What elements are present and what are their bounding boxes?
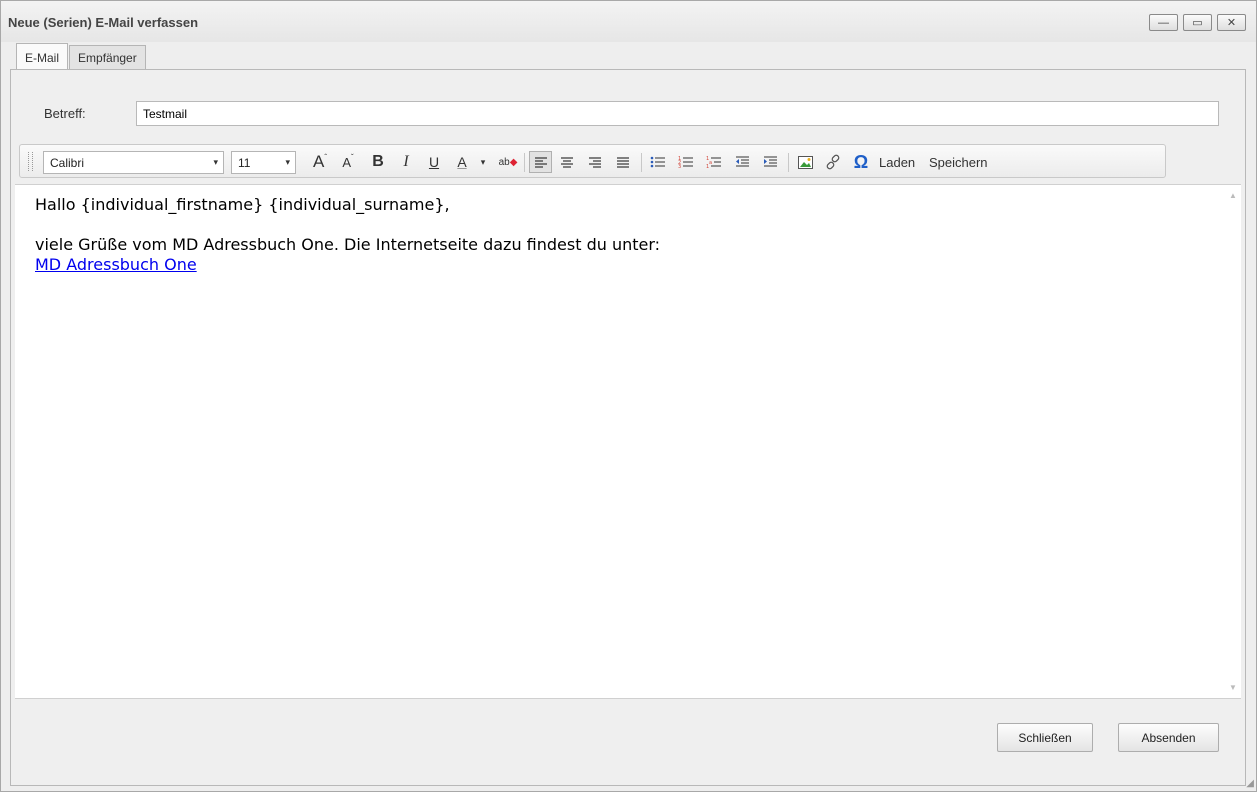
formatting-toolbar: Calibri ▾ 11 ▾ Aˆ Aˇ B I U A ▾ ab ◆ 1 2 … bbox=[19, 144, 1166, 178]
shrink-font-button[interactable]: Aˇ bbox=[338, 151, 358, 173]
close-button[interactable]: Schließen bbox=[997, 723, 1093, 752]
font-color-button[interactable]: A bbox=[452, 151, 472, 173]
italic-button[interactable]: I bbox=[396, 151, 416, 173]
align-left-button[interactable] bbox=[529, 151, 552, 173]
close-window-button[interactable]: ✕ bbox=[1217, 14, 1246, 31]
shrink-font-icon: A bbox=[342, 154, 351, 170]
increase-indent-button[interactable] bbox=[760, 151, 780, 173]
align-right-icon bbox=[589, 157, 601, 168]
toolbar-grip[interactable] bbox=[28, 152, 33, 171]
editor-content[interactable]: Hallo {individual_firstname} {individual… bbox=[35, 195, 660, 275]
font-name-value: Calibri bbox=[50, 156, 85, 170]
svg-text:1: 1 bbox=[706, 164, 709, 169]
insert-link-button[interactable] bbox=[823, 151, 843, 173]
font-size-combo[interactable]: 11 ▾ bbox=[231, 151, 296, 174]
tab-recipients[interactable]: Empfänger bbox=[69, 45, 146, 70]
toolbar-separator bbox=[524, 153, 525, 172]
svg-text:a: a bbox=[709, 160, 712, 166]
align-center-button[interactable] bbox=[557, 151, 577, 173]
bold-button[interactable]: B bbox=[368, 151, 388, 173]
title-bar[interactable]: Neue (Serien) E-Mail verfassen — ▭ ✕ bbox=[1, 1, 1256, 42]
link-line: MD Adressbuch One bbox=[35, 255, 660, 275]
insert-symbol-button[interactable]: Ω bbox=[851, 151, 871, 173]
resize-grip-icon[interactable]: ◢ bbox=[1246, 778, 1254, 789]
body-line: viele Grüße vom MD Adressbuch One. Die I… bbox=[35, 235, 661, 254]
window-title: Neue (Serien) E-Mail verfassen bbox=[8, 15, 199, 30]
message-editor[interactable]: Hallo {individual_firstname} {individual… bbox=[15, 184, 1241, 699]
decrease-indent-icon bbox=[735, 156, 749, 167]
align-center-icon bbox=[561, 157, 573, 168]
chevron-down-icon: ▾ bbox=[285, 157, 290, 167]
bullet-list-icon bbox=[650, 156, 665, 168]
justify-button[interactable] bbox=[613, 151, 633, 173]
save-button[interactable]: Speichern bbox=[929, 151, 988, 173]
insert-image-button[interactable] bbox=[795, 151, 815, 173]
font-color-icon: A bbox=[457, 154, 467, 170]
numbered-list-button[interactable]: 123 bbox=[676, 151, 696, 173]
minimize-button[interactable]: — bbox=[1149, 14, 1178, 31]
maximize-button[interactable]: ▭ bbox=[1183, 14, 1212, 31]
website-link[interactable]: MD Adressbuch One bbox=[35, 255, 197, 274]
highlight-button[interactable]: ab ◆ bbox=[498, 151, 518, 173]
subject-label: Betreff: bbox=[44, 106, 86, 121]
greeting-line: Hallo {individual_firstname} {individual… bbox=[35, 195, 450, 214]
toolbar-separator bbox=[641, 153, 642, 172]
bullet-list-button[interactable] bbox=[648, 151, 668, 173]
font-name-combo[interactable]: Calibri ▾ bbox=[43, 151, 224, 174]
omega-icon: Ω bbox=[853, 151, 869, 172]
svg-text:3: 3 bbox=[678, 164, 681, 169]
tab-email[interactable]: E-Mail bbox=[16, 43, 69, 70]
underline-button[interactable]: U bbox=[424, 151, 444, 173]
send-button[interactable]: Absenden bbox=[1118, 723, 1219, 752]
grow-font-button[interactable]: Aˆ bbox=[310, 151, 330, 173]
multilevel-list-button[interactable]: 1a1 bbox=[704, 151, 724, 173]
email-compose-window: Neue (Serien) E-Mail verfassen — ▭ ✕ E-M… bbox=[0, 0, 1257, 792]
subject-input[interactable] bbox=[136, 101, 1219, 126]
numbered-list-icon: 123 bbox=[678, 156, 693, 169]
tab-strip: E-Mail Empfänger bbox=[16, 43, 147, 70]
multilevel-list-icon: 1a1 bbox=[706, 156, 721, 169]
align-right-button[interactable] bbox=[585, 151, 605, 173]
vertical-scrollbar[interactable]: ▲ ▼ bbox=[1224, 185, 1241, 698]
justify-icon bbox=[617, 157, 629, 168]
highlight-icon: ab bbox=[498, 156, 510, 168]
email-panel: Betreff: Calibri ▾ 11 ▾ Aˆ Aˇ B I U A bbox=[10, 69, 1246, 786]
image-icon bbox=[797, 155, 813, 169]
increase-indent-icon bbox=[763, 156, 777, 167]
window-controls: — ▭ ✕ bbox=[1149, 14, 1246, 31]
align-left-icon bbox=[534, 157, 547, 168]
grow-font-icon: A bbox=[312, 152, 325, 171]
chevron-down-icon: ▾ bbox=[213, 157, 218, 167]
font-color-dropdown[interactable]: ▾ bbox=[476, 151, 490, 173]
decrease-indent-button[interactable] bbox=[732, 151, 752, 173]
load-button[interactable]: Laden bbox=[879, 151, 915, 173]
scroll-down-icon[interactable]: ▼ bbox=[1229, 683, 1237, 692]
font-size-value: 11 bbox=[238, 156, 251, 170]
link-icon bbox=[826, 154, 840, 170]
scroll-up-icon[interactable]: ▲ bbox=[1229, 191, 1237, 200]
toolbar-separator bbox=[788, 153, 789, 172]
